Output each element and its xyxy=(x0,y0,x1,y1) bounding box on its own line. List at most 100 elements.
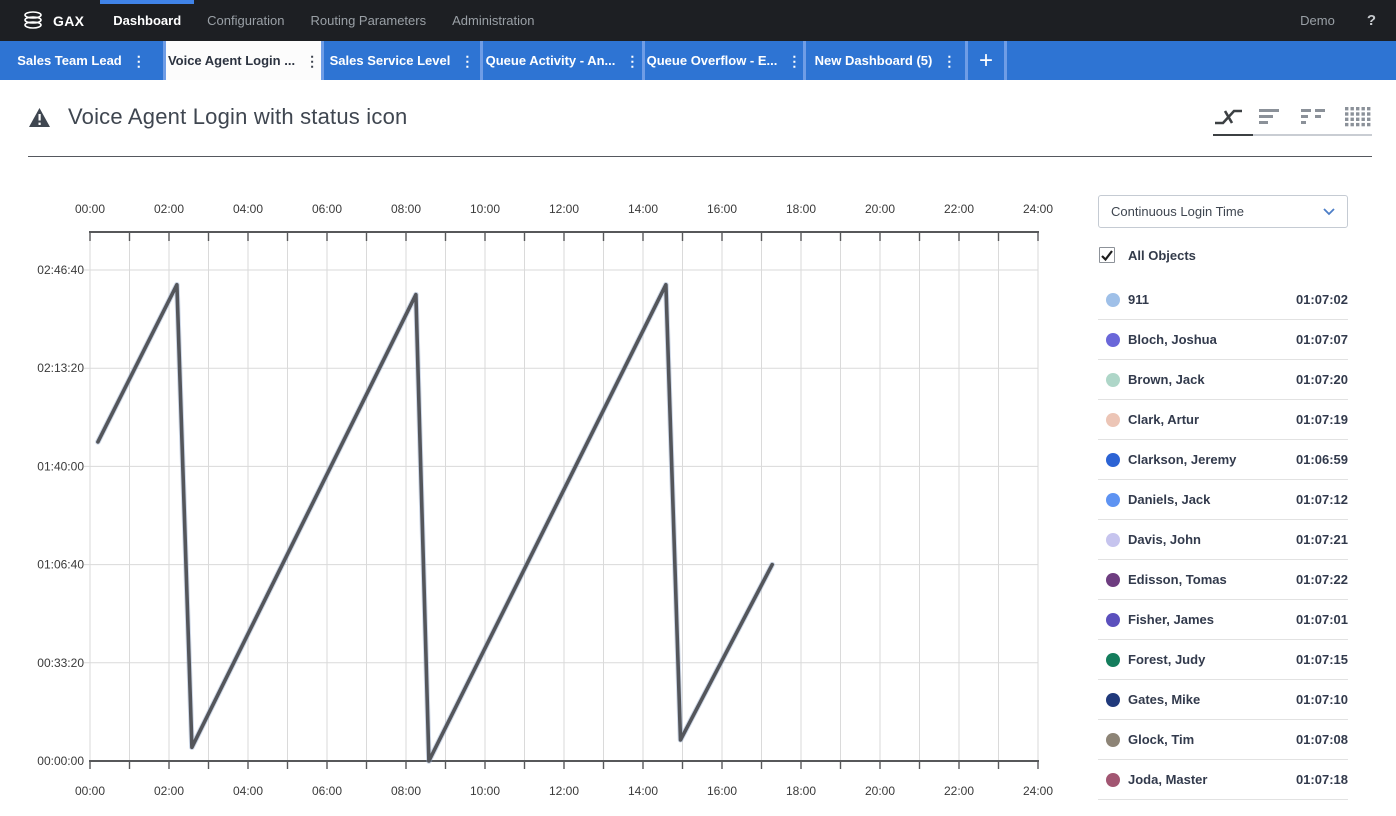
svg-text:02:13:20: 02:13:20 xyxy=(37,361,84,375)
tab-new-dashboard-5[interactable]: New Dashboard (5) ⋮ xyxy=(806,41,968,80)
agent-row-clark-artur[interactable]: Clark, Artur 01:07:19 xyxy=(1098,400,1348,440)
svg-text:00:33:20: 00:33:20 xyxy=(37,656,84,670)
two-column-list-view-icon[interactable] xyxy=(1299,104,1329,128)
svg-text:01:06:40: 01:06:40 xyxy=(37,558,84,572)
tab-sales-service-level[interactable]: Sales Service Level ⋮ xyxy=(324,41,483,80)
tab-sales-team-lead[interactable]: Sales Team Lead ⋮ xyxy=(0,41,166,80)
view-switcher xyxy=(1213,104,1372,128)
agent-color-dot xyxy=(1106,572,1120,587)
agent-name: Glock, Tim xyxy=(1128,732,1195,747)
page-title: Voice Agent Login with status icon xyxy=(68,104,408,129)
svg-text:14:00: 14:00 xyxy=(628,202,658,216)
tab-label: Queue Overflow - E... xyxy=(646,53,778,68)
tab-label: New Dashboard (5) xyxy=(814,53,933,68)
svg-text:22:00: 22:00 xyxy=(944,202,974,216)
svg-text:08:00: 08:00 xyxy=(391,202,421,216)
svg-text:04:00: 04:00 xyxy=(233,202,263,216)
grid-view-icon[interactable] xyxy=(1342,104,1372,128)
agent-color-dot xyxy=(1106,452,1120,467)
agent-login-time: 01:07:15 xyxy=(1295,652,1348,667)
agent-login-time: 01:07:01 xyxy=(1295,612,1348,627)
svg-text:02:00: 02:00 xyxy=(154,202,184,216)
agent-login-time: 01:07:22 xyxy=(1295,572,1348,587)
agent-login-time: 01:07:12 xyxy=(1295,492,1348,507)
agent-row-bloch-joshua[interactable]: Bloch, Joshua 01:07:07 xyxy=(1098,320,1348,360)
agent-row-forest-judy[interactable]: Forest, Judy 01:07:15 xyxy=(1098,640,1348,680)
agent-login-time: 01:07:18 xyxy=(1295,772,1348,787)
agent-name: Forest, Judy xyxy=(1128,652,1206,667)
agent-row-davis-john[interactable]: Davis, John 01:07:21 xyxy=(1098,520,1348,560)
svg-text:10:00: 10:00 xyxy=(470,784,500,798)
agent-name: Edisson, Tomas xyxy=(1128,572,1227,587)
nav-item-dashboard[interactable]: Dashboard xyxy=(100,0,195,41)
add-dashboard-tab-button[interactable]: + xyxy=(968,41,1007,80)
agent-row-gates-mike[interactable]: Gates, Mike 01:07:10 xyxy=(1098,680,1348,720)
agent-color-dot xyxy=(1106,412,1120,427)
agent-row-daniels-jack[interactable]: Daniels, Jack 01:07:12 xyxy=(1098,480,1348,520)
help-icon[interactable]: ? xyxy=(1367,12,1376,29)
metric-dropdown[interactable]: Continuous Login Time xyxy=(1098,195,1348,228)
agent-row-glock-tim[interactable]: Glock, Tim 01:07:08 xyxy=(1098,720,1348,760)
nav-item-routing-parameters[interactable]: Routing Parameters xyxy=(297,0,439,41)
svg-text:20:00: 20:00 xyxy=(865,202,895,216)
y-axis-labels: 00:00:00 00:33:20 01:06:40 01:40:00 02:13:20… xyxy=(37,263,84,768)
agent-name: Davis, John xyxy=(1128,532,1201,547)
svg-text:06:00: 06:00 xyxy=(312,202,342,216)
svg-text:00:00: 00:00 xyxy=(75,202,105,216)
agent-login-time: 01:07:21 xyxy=(1295,532,1348,547)
agent-row-joda-master[interactable]: Joda, Master 01:07:18 xyxy=(1098,760,1348,800)
dashboard-tab-bar: Sales Team Lead ⋮ Voice Agent Login ... ⋮ Sa… xyxy=(0,41,1396,80)
tab-menu-kebab-icon[interactable]: ⋮ xyxy=(787,54,801,68)
slope-chart-view-icon[interactable] xyxy=(1213,104,1243,128)
agent-color-dot xyxy=(1106,292,1120,307)
tab-menu-kebab-icon[interactable]: ⋮ xyxy=(625,54,639,68)
svg-text:02:00: 02:00 xyxy=(154,784,184,798)
agent-name: Brown, Jack xyxy=(1128,372,1205,387)
agent-name: Joda, Master xyxy=(1128,772,1208,787)
agent-list: 911 01:07:02 Bloch, Joshua 01:07:07 Brown, J… xyxy=(1098,280,1348,800)
tab-menu-kebab-icon[interactable]: ⋮ xyxy=(460,54,474,68)
agent-color-dot xyxy=(1106,612,1120,627)
gax-logo-icon xyxy=(24,11,42,29)
all-objects-label: All Objects xyxy=(1128,247,1196,263)
tab-menu-kebab-icon[interactable]: ⋮ xyxy=(942,54,956,68)
agent-color-dot xyxy=(1106,372,1120,387)
svg-text:24:00: 24:00 xyxy=(1023,784,1053,798)
agent-name: 911 xyxy=(1128,292,1149,307)
agent-color-dot xyxy=(1106,732,1120,747)
svg-text:06:00: 06:00 xyxy=(312,784,342,798)
agent-row-edisson-tomas[interactable]: Edisson, Tomas 01:07:22 xyxy=(1098,560,1348,600)
tab-label: Sales Team Lead xyxy=(17,53,122,68)
tab-queue-overflow-e[interactable]: Queue Overflow - E... ⋮ xyxy=(645,41,806,80)
agent-name: Gates, Mike xyxy=(1128,692,1201,707)
svg-text:00:00: 00:00 xyxy=(75,784,105,798)
svg-text:01:40:00: 01:40:00 xyxy=(37,459,84,473)
agent-color-dot xyxy=(1106,772,1120,787)
all-objects-checkbox[interactable] xyxy=(1099,247,1115,263)
align-left-list-view-icon[interactable] xyxy=(1256,104,1286,128)
agent-row-clarkson-jeremy[interactable]: Clarkson, Jeremy 01:06:59 xyxy=(1098,440,1348,480)
svg-text:00:00:00: 00:00:00 xyxy=(37,754,84,768)
metric-dropdown-value: Continuous Login Time xyxy=(1111,204,1244,219)
svg-text:20:00: 20:00 xyxy=(865,784,895,798)
svg-text:22:00: 22:00 xyxy=(944,784,974,798)
active-view-indicator xyxy=(1213,134,1253,136)
tab-menu-kebab-icon[interactable]: ⋮ xyxy=(132,54,146,68)
agent-color-dot xyxy=(1106,332,1120,347)
agent-row-fisher-james[interactable]: Fisher, James 01:07:01 xyxy=(1098,600,1348,640)
svg-text:12:00: 12:00 xyxy=(549,784,579,798)
tab-voice-agent-login[interactable]: Voice Agent Login ... ⋮ xyxy=(166,41,324,80)
nav-item-configuration[interactable]: Configuration xyxy=(194,0,297,41)
nav-item-administration[interactable]: Administration xyxy=(439,0,547,41)
svg-text:10:00: 10:00 xyxy=(470,202,500,216)
agent-row-brown-jack[interactable]: Brown, Jack 01:07:20 xyxy=(1098,360,1348,400)
agent-color-dot xyxy=(1106,492,1120,507)
page-title-row: Voice Agent Login with status icon xyxy=(28,104,407,130)
x-axis-labels-top: 00:00 02:00 04:00 06:00 08:00 10:00 12:00 14:00… xyxy=(75,202,1053,216)
agent-row-911[interactable]: 911 01:07:02 xyxy=(1098,280,1348,320)
user-menu[interactable]: Demo xyxy=(1300,13,1335,28)
gax-brand[interactable]: GAX xyxy=(0,10,84,31)
tab-menu-kebab-icon[interactable]: ⋮ xyxy=(305,54,319,68)
tab-queue-activity-an[interactable]: Queue Activity - An... ⋮ xyxy=(483,41,645,80)
svg-text:16:00: 16:00 xyxy=(707,784,737,798)
